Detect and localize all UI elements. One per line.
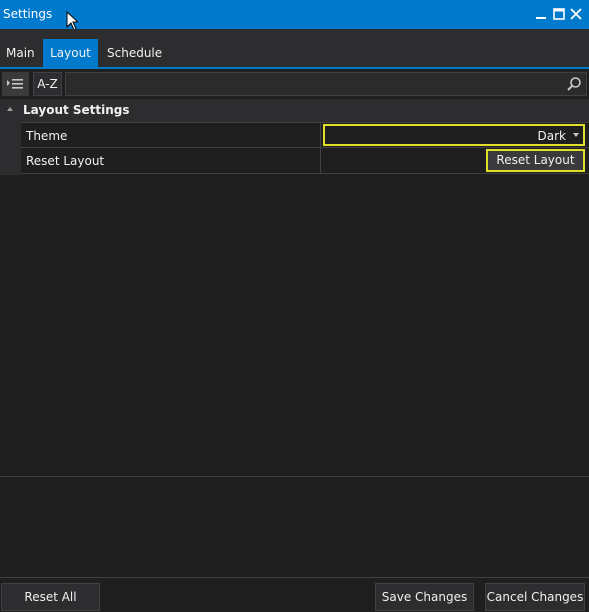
grid-margin (0, 122, 21, 175)
property-name: Reset Layout (26, 154, 105, 168)
property-grid-toolbar: A-Z (0, 71, 589, 97)
alphabetical-sort-button[interactable]: A-Z (33, 72, 62, 96)
theme-dropdown[interactable]: Dark (323, 124, 585, 146)
reset-layout-button[interactable]: Reset Layout (486, 149, 585, 172)
window-title: Settings (3, 7, 53, 21)
search-input[interactable] (65, 72, 587, 96)
footer-bar: Reset All Save Changes Cancel Changes (0, 577, 589, 612)
collapse-triangle-icon[interactable] (6, 105, 14, 113)
category-row[interactable]: Layout Settings (0, 99, 589, 122)
mouse-cursor-icon (66, 11, 78, 31)
tab-layout[interactable]: Layout (43, 39, 98, 69)
property-row-reset-layout: Reset Layout Reset Layout (21, 148, 589, 174)
cancel-changes-button[interactable]: Cancel Changes (485, 583, 585, 611)
close-icon[interactable] (568, 6, 584, 22)
description-panel (0, 476, 589, 577)
dropdown-arrow-icon (573, 133, 579, 137)
tab-main[interactable]: Main (0, 39, 41, 69)
search-icon[interactable] (566, 76, 582, 92)
property-name: Theme (26, 129, 68, 143)
title-bar: Settings (0, 0, 589, 29)
property-row-theme: Theme Dark (21, 122, 589, 148)
tab-schedule[interactable]: Schedule (101, 39, 168, 69)
category-label: Layout Settings (23, 103, 130, 117)
minimize-icon[interactable] (533, 6, 549, 22)
tab-bar: Main Layout Schedule (0, 29, 589, 69)
save-changes-button[interactable]: Save Changes (375, 583, 474, 611)
reset-all-button[interactable]: Reset All (1, 583, 100, 611)
categorized-view-button[interactable] (2, 72, 29, 96)
column-divider (320, 123, 321, 147)
categorized-list-icon (7, 79, 23, 89)
maximize-icon[interactable] (551, 6, 567, 22)
theme-value: Dark (537, 129, 566, 143)
column-divider (320, 148, 321, 173)
